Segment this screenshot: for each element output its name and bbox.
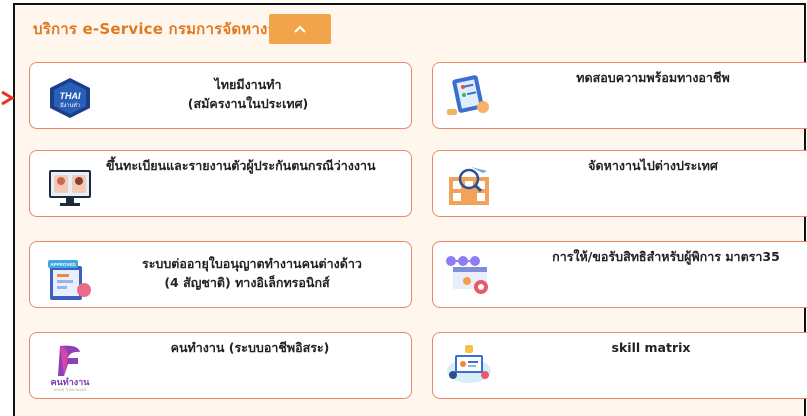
- card-overseas-employment[interactable]: จัดหางานไปต่างประเทศ: [432, 150, 807, 217]
- panel-title: บริการ e-Service กรมการจัดหางาน: [33, 20, 287, 38]
- kon-tam-ngan-logo: คนทำงาน KHON THAM NGAN: [51, 345, 91, 392]
- card-title-line1: ทดสอบความพร้อมทางอาชีพ: [576, 70, 730, 85]
- card-skill-matrix[interactable]: skill matrix: [432, 332, 807, 399]
- card-work-permit-renewal[interactable]: APPROVED ระบบต่ออายุใบอนุญาตทำงานคนต่างด…: [29, 241, 412, 308]
- card-label: การให้/ขอรับสิทธิสำหรับผู้พิการ มาตรา35: [531, 247, 801, 266]
- card-label: คนทำงาน (ระบบอาชีพอิสระ): [160, 338, 340, 357]
- card-title-line1: ขึ้นทะเบียนและรายงานตัวผู้ประกันตนกรณีว่…: [106, 158, 376, 173]
- approved-badge-text: APPROVED: [50, 262, 76, 267]
- card-label: ทดสอบความพร้อมทางอาชีพ: [573, 68, 733, 87]
- work-permit-renewal-icon: APPROVED: [48, 260, 91, 300]
- card-title-line1: จัดหางานไปต่างประเทศ: [588, 158, 718, 173]
- card-kon-tam-ngan[interactable]: คนทำงาน KHON THAM NGAN คนทำงาน (ระบบอาชี…: [29, 332, 412, 399]
- logo-text: THAI: [60, 91, 81, 101]
- card-thai-mee-ngan-tam[interactable]: THAI มีงานทำ ไทยมีงานทำ (สมัครงานในประเท…: [29, 62, 412, 129]
- card-title-line1: การให้/ขอรับสิทธิสำหรับผู้พิการ มาตรา35: [552, 249, 780, 264]
- logo-subtext: KHON THAM NGAN: [54, 388, 86, 392]
- skill-matrix-icon: [447, 345, 491, 383]
- card-unemployment-registration[interactable]: ขึ้นทะเบียนและรายงานตัวผู้ประกันตนกรณีว่…: [29, 150, 412, 217]
- card-label: skill matrix: [591, 338, 711, 357]
- card-label: ขึ้นทะเบียนและรายงานตัวผู้ประกันตนกรณีว่…: [106, 156, 376, 175]
- arrow-right-icon: [1, 90, 15, 106]
- card-title-line2: (สมัครงานในประเทศ): [187, 96, 309, 111]
- card-label: ระบบต่ออายุใบอนุญาตทำงานคนต่างด้าว (4 สั…: [142, 254, 362, 292]
- card-title-line1: skill matrix: [611, 340, 691, 355]
- card-title-line1: ไทยมีงานทำ: [214, 77, 282, 92]
- unemployment-registration-icon: [49, 170, 91, 206]
- card-title-line2: (4 สัญชาติ) ทางอิเล็กทรอนิกส์: [164, 275, 330, 290]
- card-title-line1: คนทำงาน (ระบบอาชีพอิสระ): [170, 340, 330, 355]
- card-career-test[interactable]: ทดสอบความพร้อมทางอาชีพ: [432, 62, 807, 129]
- logo-text: คนทำงาน: [51, 377, 91, 387]
- card-disability-rights[interactable]: การให้/ขอรับสิทธิสำหรับผู้พิการ มาตรา35: [432, 241, 807, 308]
- career-readiness-test-icon: [447, 75, 489, 115]
- collapse-button[interactable]: [269, 14, 331, 44]
- card-label: จัดหางานไปต่างประเทศ: [583, 156, 723, 175]
- card-label: ไทยมีงานทำ (สมัครงานในประเทศ): [173, 75, 323, 113]
- logo-subtext: มีงานทำ: [60, 102, 80, 109]
- disability-rights-icon: [446, 256, 488, 294]
- card-title-line1: ระบบต่ออายุใบอนุญาตทำงานคนต่างด้าว: [142, 256, 362, 271]
- thai-mee-ngan-tam-logo: THAI มีงานทำ: [50, 78, 90, 118]
- overseas-employment-icon: [449, 167, 489, 205]
- chevron-up-icon: [294, 25, 306, 33]
